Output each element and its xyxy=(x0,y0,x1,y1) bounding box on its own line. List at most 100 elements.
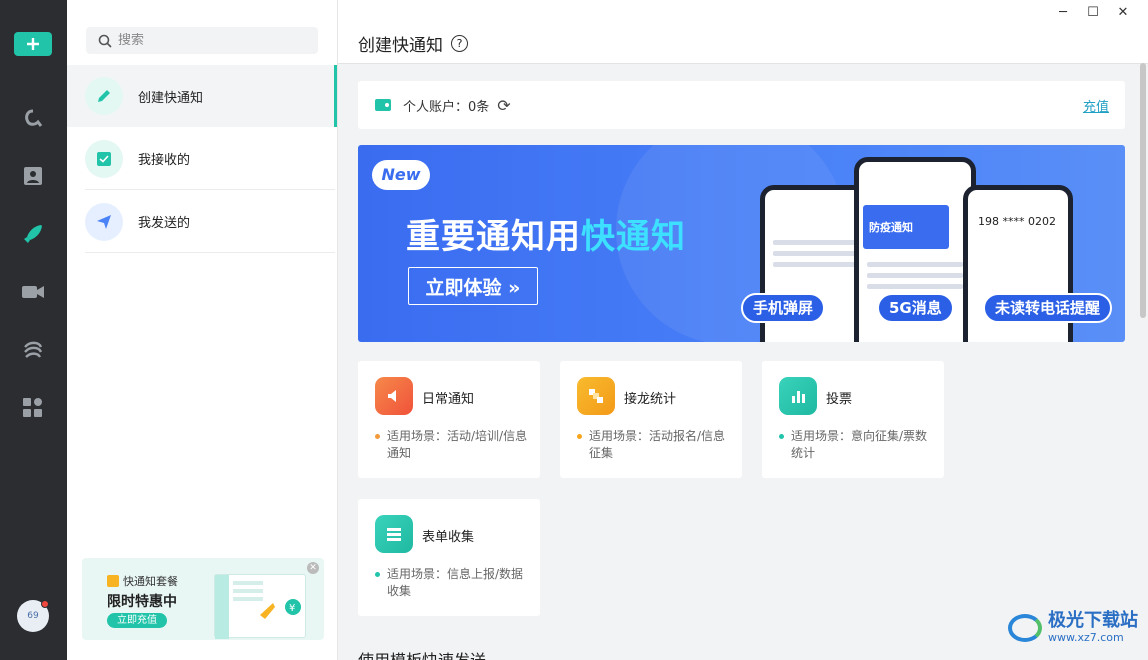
nav-label: 创建快通知 xyxy=(138,90,204,106)
plus-icon xyxy=(27,38,39,50)
pill-popup: 手机弹屏 xyxy=(741,293,826,323)
avatar-text: 69 xyxy=(27,611,39,621)
account-balance: 个人账户：0条 xyxy=(403,99,490,115)
watermark-logo-icon xyxy=(1008,613,1042,642)
inbox-icon xyxy=(97,151,111,166)
nav-icon-received xyxy=(85,139,123,178)
card-desc: 适用场景：活动报名/信息征集 xyxy=(577,428,735,462)
promo-title: 限时特惠中 xyxy=(107,594,177,610)
app-rail: 69 xyxy=(0,0,67,660)
card-title: 表单收集 xyxy=(422,530,475,545)
card-title: 投票 xyxy=(826,392,853,407)
window-controls: ─ ☐ ✕ xyxy=(1048,3,1138,21)
promo-illustration: ¥ xyxy=(214,574,306,639)
close-icon[interactable]: ✕ xyxy=(307,562,319,574)
notification-dot xyxy=(41,600,49,608)
phone-line xyxy=(867,262,963,267)
card-desc: 适用场景：意向征集/票数统计 xyxy=(779,428,937,462)
minimize-button[interactable]: ─ xyxy=(1048,3,1078,21)
nav-item-create[interactable]: 创建快通知 xyxy=(67,65,337,127)
promo-tag-icon xyxy=(107,575,119,587)
cloud-icon xyxy=(24,341,43,358)
watermark-title: 极光下载站 xyxy=(1048,610,1138,631)
close-window-button[interactable]: ✕ xyxy=(1108,3,1138,21)
wallet-icon xyxy=(375,99,391,111)
promo-tag: 快通知套餐 xyxy=(107,573,178,589)
add-button[interactable] xyxy=(14,32,52,56)
nav-label: 我接收的 xyxy=(138,153,191,168)
page-title-text: 创建快通知 xyxy=(358,36,443,56)
maximize-button[interactable]: ☐ xyxy=(1078,3,1108,21)
rail-cloud[interactable] xyxy=(18,335,48,365)
refresh-icon[interactable]: ⟳ xyxy=(497,96,510,115)
5g-message-card: 防疫通知 xyxy=(863,205,949,249)
apps-icon xyxy=(23,398,42,417)
account-bar: 个人账户：0条 ⟳ 充值 xyxy=(358,81,1125,129)
phone-line xyxy=(867,273,963,278)
watermark-url: www.xz7.com xyxy=(1048,631,1124,644)
form-glyph xyxy=(387,528,401,541)
promo-graphic: ¥ xyxy=(215,575,301,639)
rail-brand[interactable] xyxy=(18,104,48,134)
new-badge: New xyxy=(372,160,430,190)
help-icon[interactable]: ? xyxy=(451,35,468,52)
main-content: 创建快通知 ? ─ ☐ ✕ 个人账户：0条 ⟳ 充值 New 重要通知用快通知 … xyxy=(338,0,1148,660)
nav-icon-sent xyxy=(85,202,123,241)
promo-banner[interactable]: New 重要通知用快通知 立即体验 » 防疫通知 198 **** 0202 手… xyxy=(358,145,1125,342)
header: 创建快通知 ? ─ ☐ ✕ xyxy=(338,0,1148,64)
phone-line xyxy=(773,262,857,267)
rail-quick-notice[interactable] xyxy=(18,219,48,249)
promo-recharge-button[interactable]: 立即充值 xyxy=(107,613,167,628)
phone-content xyxy=(765,240,865,267)
card-relay-stats[interactable]: 接龙统计 适用场景：活动报名/信息征集 xyxy=(560,361,742,478)
pill-5g: 5G消息 xyxy=(877,293,954,323)
bar-chart-icon xyxy=(779,377,817,415)
card-title: 接龙统计 xyxy=(624,392,677,407)
bar-chart-glyph xyxy=(792,391,805,403)
speaker-icon xyxy=(375,377,413,415)
promo-card[interactable]: 快通知套餐 限时特惠中 立即充值 ✕ ¥ xyxy=(82,558,324,640)
card-form-collect[interactable]: 表单收集 适用场景：信息上报/数据收集 xyxy=(358,499,540,616)
headline-highlight: 快通知 xyxy=(581,217,686,257)
nav-label: 我发送的 xyxy=(138,216,191,231)
scrollbar[interactable] xyxy=(1140,63,1146,318)
nav-icon-create xyxy=(85,77,123,115)
nav-item-received[interactable]: 我接收的 xyxy=(85,128,335,190)
search-icon xyxy=(98,34,112,48)
speaker-glyph xyxy=(388,390,396,402)
form-icon xyxy=(375,515,413,553)
rail-apps[interactable] xyxy=(18,393,48,423)
rocket-icon xyxy=(24,225,42,243)
send-icon xyxy=(97,214,111,229)
banner-headline: 重要通知用快通知 xyxy=(406,209,686,258)
relay-glyph xyxy=(589,389,603,403)
relay-icon xyxy=(577,377,615,415)
try-now-button[interactable]: 立即体验 » xyxy=(408,267,538,305)
rail-video[interactable] xyxy=(18,277,48,307)
avatar[interactable]: 69 xyxy=(17,600,49,632)
card-vote[interactable]: 投票 适用场景：意向征集/票数统计 xyxy=(762,361,944,478)
nav-item-sent[interactable]: 我发送的 xyxy=(85,191,335,253)
nav-panel: 创建快通知 我接收的 我发送的 快通知套餐 限时特惠中 立即充值 ✕ ¥ xyxy=(67,0,338,660)
page-title: 创建快通知 ? xyxy=(358,31,468,56)
phone-number: 198 **** 0202 xyxy=(978,215,1056,228)
watermark: 极光下载站 www.xz7.com xyxy=(1008,611,1138,644)
watermark-text: 极光下载站 www.xz7.com xyxy=(1048,610,1138,645)
phone-line xyxy=(773,240,857,245)
video-icon xyxy=(22,286,44,298)
brand-icon xyxy=(25,109,43,127)
pill-call-reminder: 未读转电话提醒 xyxy=(983,293,1113,323)
search-input[interactable] xyxy=(118,33,308,48)
card-title: 日常通知 xyxy=(422,392,475,407)
svg-text:¥: ¥ xyxy=(289,603,295,614)
card-desc: 适用场景：活动/培训/信息通知 xyxy=(375,428,533,462)
promo-tag-text: 快通知套餐 xyxy=(123,575,178,588)
phone-line xyxy=(867,284,963,289)
search-box[interactable] xyxy=(86,27,318,54)
rail-contacts[interactable] xyxy=(18,161,48,191)
pencil-icon xyxy=(98,90,110,102)
headline-prefix: 重要通知用 xyxy=(406,217,581,257)
card-daily-notice[interactable]: 日常通知 适用场景：活动/培训/信息通知 xyxy=(358,361,540,478)
recharge-link[interactable]: 充值 xyxy=(1083,96,1109,115)
section-title: 使用模板快速发送 xyxy=(358,647,486,660)
